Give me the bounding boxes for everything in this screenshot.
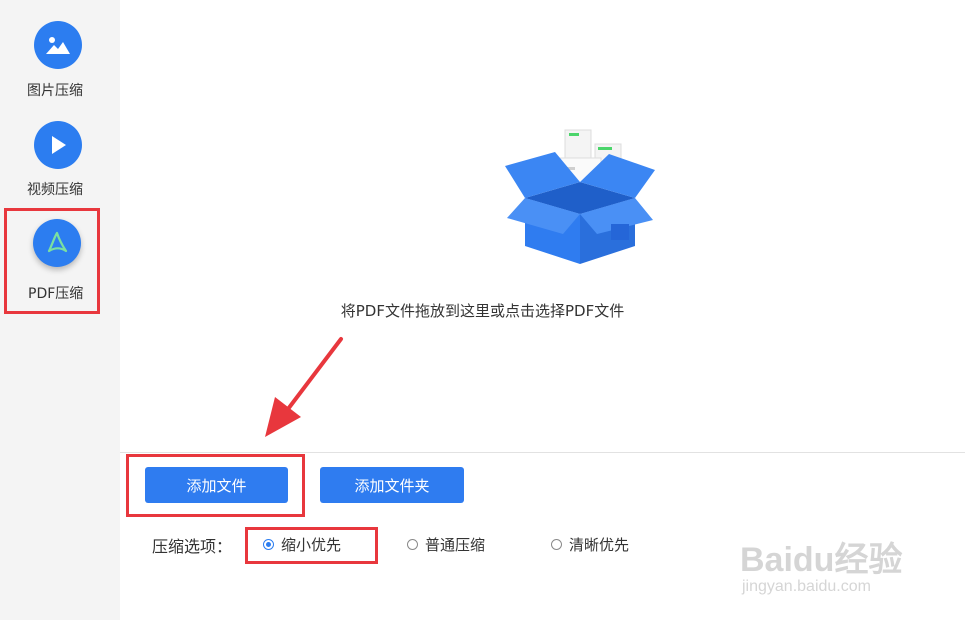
radio-normal-compress[interactable]: 普通压缩 (407, 534, 485, 555)
baidu-watermark: Baidu经验 jingyan.baidu.com (738, 520, 958, 610)
arrow-annotation-icon (265, 337, 343, 437)
file-drop-area[interactable] (120, 0, 965, 452)
radio-label: 缩小优先 (281, 536, 342, 554)
play-icon (34, 121, 82, 169)
radio-clarity-priority[interactable]: 清晰优先 (551, 534, 629, 555)
sidebar-item-image-compress[interactable]: 图片压缩 (0, 0, 120, 105)
radio-button[interactable] (551, 539, 562, 550)
radio-label: 清晰优先 (569, 536, 630, 554)
sidebar-item-label: 图片压缩 (27, 83, 83, 99)
active-nav-highlight (4, 208, 100, 314)
radio-button[interactable] (263, 539, 274, 550)
drop-instruction-text: 将PDF文件拖放到这里或点击选择PDF文件 (340, 302, 625, 320)
image-icon (34, 21, 82, 69)
sidebar-item-video-compress[interactable]: 视频压缩 (0, 105, 120, 205)
watermark-url: jingyan.baidu.com (742, 578, 871, 595)
add-folder-button[interactable]: 添加文件夹 (320, 467, 464, 503)
watermark-brand: Baidu经验 (740, 541, 903, 579)
open-box-icon (505, 129, 655, 264)
section-divider (120, 452, 965, 453)
sidebar-item-label: 视频压缩 (27, 182, 83, 198)
radio-label: 普通压缩 (425, 536, 486, 554)
compression-options-label: 压缩选项： (152, 537, 233, 556)
radio-button[interactable] (407, 539, 418, 550)
radio-shrink-priority[interactable]: 缩小优先 (263, 534, 341, 555)
add-file-button[interactable]: 添加文件 (145, 467, 288, 503)
